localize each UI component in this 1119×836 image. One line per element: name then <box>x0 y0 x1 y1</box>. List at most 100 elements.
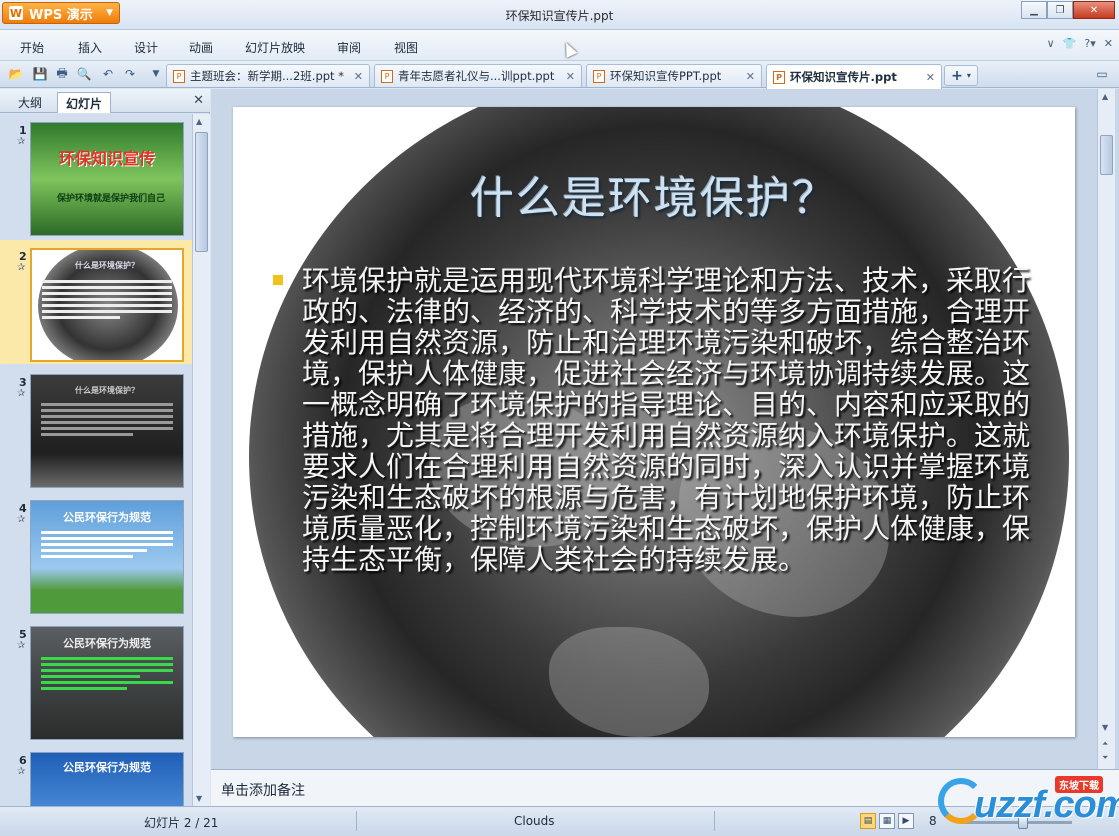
save-icon[interactable]: 💾 <box>32 66 48 82</box>
slide-editor: 什么是环境保护？ 环境保护就是运用现代环境科学理论和方法、技术，采取行政的、法律… <box>211 89 1119 806</box>
animation-star-icon: ✰ <box>17 136 26 147</box>
prev-slide-icon[interactable]: ⏶ <box>1102 739 1108 749</box>
scroll-down-icon[interactable]: ▼ <box>196 794 202 803</box>
theme-name: Clouds <box>514 814 555 828</box>
thumbnail-list: 1 ✰ 环保知识宣传 保护环境就是保护我们自己 2 ✰ 什么是环境保护？ 3 ✰ <box>0 114 192 806</box>
site-watermark: uzzf.com 东坡下载 <box>934 768 1119 832</box>
bullet-icon <box>273 275 283 285</box>
animation-star-icon: ✰ <box>17 262 26 273</box>
print-icon[interactable]: 🖶 <box>54 66 70 82</box>
close-tab-icon[interactable]: ✕ <box>926 71 935 84</box>
doc-tab-label: 青年志愿者礼仪与...训ppt.ppt <box>398 69 555 83</box>
animation-star-icon: ✰ <box>17 388 26 399</box>
thumb-title: 环保知识宣传 <box>58 149 155 168</box>
animation-star-icon: ✰ <box>17 514 26 525</box>
thumbnail-row[interactable]: 6 ✰ 公民环保行为规范 <box>0 744 192 806</box>
close-pane-icon[interactable]: ✕ <box>193 93 204 108</box>
scroll-down-icon[interactable]: ▼ <box>1102 723 1108 732</box>
close-tab-icon[interactable]: ✕ <box>746 70 755 83</box>
animation-star-icon: ✰ <box>17 640 26 651</box>
slide-thumbnail[interactable]: 环保知识宣传 保护环境就是保护我们自己 <box>30 122 184 236</box>
scroll-up-icon[interactable]: ▲ <box>1102 92 1108 101</box>
plus-icon: + <box>951 67 963 84</box>
scroll-thumb[interactable] <box>195 132 208 252</box>
window-title: 环保知识宣传片.ppt <box>505 9 614 23</box>
thumb-title: 公民环保行为规范 <box>63 761 151 774</box>
doc-tab-label: 环保知识宣传片.ppt <box>790 70 897 84</box>
thumb-text-lines <box>42 280 172 322</box>
ppt-file-icon: P <box>773 70 785 84</box>
close-doc-icon[interactable]: ✕ <box>1104 37 1113 50</box>
globe-land-shape <box>549 627 709 737</box>
ppt-file-icon: P <box>173 69 185 83</box>
menu-right-tools: ∨ 👕 ?▾ ✕ <box>1047 37 1113 50</box>
pane-tabs: 大纲 幻灯片 ✕ <box>0 89 210 113</box>
menu-insert[interactable]: 插入 <box>78 39 102 56</box>
slide-sorter-icon[interactable]: ▦ <box>879 813 895 829</box>
print-preview-icon[interactable]: 🔍 <box>76 66 92 82</box>
watermark-badge: 东坡下载 <box>1055 776 1103 793</box>
scroll-up-icon[interactable]: ▲ <box>196 117 202 126</box>
thumbnail-row[interactable]: 5 ✰ 公民环保行为规范 <box>0 618 192 742</box>
ppt-file-icon: P <box>593 69 605 83</box>
scroll-thumb[interactable] <box>1100 135 1113 175</box>
doc-tab-3[interactable]: P 环保知识宣传PPT.ppt ✕ <box>586 64 762 87</box>
close-tab-icon[interactable]: ✕ <box>566 70 575 83</box>
slideshow-view-icon[interactable]: ▶ <box>898 813 914 829</box>
slide-thumbnail[interactable]: 什么是环境保护？ <box>30 248 184 362</box>
doc-tab-1[interactable]: P 主题班会：新学期...2班.ppt * ✕ <box>166 64 370 87</box>
maximize-button[interactable]: ❐ <box>1047 1 1073 19</box>
menu-home[interactable]: 开始 <box>20 39 44 56</box>
skin-icon[interactable]: 👕 <box>1063 37 1077 50</box>
customize-toolbar-icon[interactable]: ▼ <box>148 66 164 82</box>
current-slide[interactable]: 什么是环境保护？ 环境保护就是运用现代环境科学理论和方法、技术，采取行政的、法律… <box>233 107 1075 737</box>
menu-review[interactable]: 审阅 <box>337 39 361 56</box>
slide-thumbnail[interactable]: 公民环保行为规范 <box>30 500 184 614</box>
menu-slideshow[interactable]: 幻灯片放映 <box>245 39 305 56</box>
animation-star-icon: ✰ <box>17 766 26 777</box>
tab-list-icon[interactable]: ▭ <box>1094 66 1110 82</box>
open-icon[interactable]: 📂 <box>8 66 24 82</box>
menu-view[interactable]: 视图 <box>394 39 418 56</box>
slide-body-text[interactable]: 环境保护就是运用现代环境科学理论和方法、技术，采取行政的、法律的、经济的、科学技… <box>302 265 1042 575</box>
thumbnail-scrollbar[interactable]: ▲ ▼ <box>192 114 210 806</box>
doc-tab-label: 主题班会：新学期...2班.ppt * <box>190 69 344 83</box>
thumbnail-row-selected[interactable]: 2 ✰ 什么是环境保护？ <box>0 240 192 364</box>
doc-tab-label: 环保知识宣传PPT.ppt <box>610 69 722 83</box>
tab-slides[interactable]: 幻灯片 <box>57 92 112 113</box>
slide-thumbnail[interactable]: 公民环保行为规范 <box>30 626 184 740</box>
title-bar: W WPS 演示 ▼ 环保知识宣传片.ppt ▁ ❐ ✕ <box>0 0 1119 30</box>
thumb-text-lines <box>41 403 173 439</box>
collapse-ribbon-icon[interactable]: ∨ <box>1047 37 1055 50</box>
new-tab-button[interactable]: + ▾ <box>944 65 978 86</box>
slide-thumbnail[interactable]: 公民环保行为规范 <box>30 752 184 806</box>
tab-outline[interactable]: 大纲 <box>10 92 50 113</box>
thumb-title: 公民环保行为规范 <box>63 637 151 650</box>
menu-animation[interactable]: 动画 <box>189 39 213 56</box>
thumb-text-lines <box>41 531 173 561</box>
menu-design[interactable]: 设计 <box>134 39 158 56</box>
editor-scrollbar[interactable]: ▲ ▼ ⏶ ⏷ <box>1097 89 1115 769</box>
thumbnail-row[interactable]: 3 ✰ 什么是环境保护？ <box>0 366 192 490</box>
notes-placeholder: 单击添加备注 <box>221 783 305 799</box>
redo-icon[interactable]: ↷ <box>122 66 138 82</box>
status-divider <box>356 811 357 831</box>
slide-thumbnail[interactable]: 什么是环境保护？ <box>30 374 184 488</box>
normal-view-icon[interactable]: ▤ <box>860 813 876 829</box>
close-tab-icon[interactable]: ✕ <box>354 70 363 83</box>
doc-tab-2[interactable]: P 青年志愿者礼仪与...训ppt.ppt ✕ <box>374 64 582 87</box>
thumb-title: 公民环保行为规范 <box>63 511 151 524</box>
view-switcher: ▤ ▦ ▶ <box>860 813 914 829</box>
thumbnail-row[interactable]: 4 ✰ 公民环保行为规范 <box>0 492 192 616</box>
help-icon[interactable]: ?▾ <box>1084 37 1095 50</box>
undo-icon[interactable]: ↶ <box>100 66 116 82</box>
thumb-title: 什么是环境保护？ <box>75 386 139 395</box>
status-divider <box>714 811 715 831</box>
doc-tab-4-active[interactable]: P 环保知识宣传片.ppt ✕ <box>766 64 942 89</box>
minimize-button[interactable]: ▁ <box>1021 1 1047 19</box>
next-slide-icon[interactable]: ⏷ <box>1102 753 1108 763</box>
slide-title[interactable]: 什么是环境保护？ <box>233 162 1075 226</box>
thumbnail-row[interactable]: 1 ✰ 环保知识宣传 保护环境就是保护我们自己 <box>0 114 192 238</box>
thumb-subtitle: 保护环境就是保护我们自己 <box>56 194 165 204</box>
close-button[interactable]: ✕ <box>1073 1 1115 19</box>
